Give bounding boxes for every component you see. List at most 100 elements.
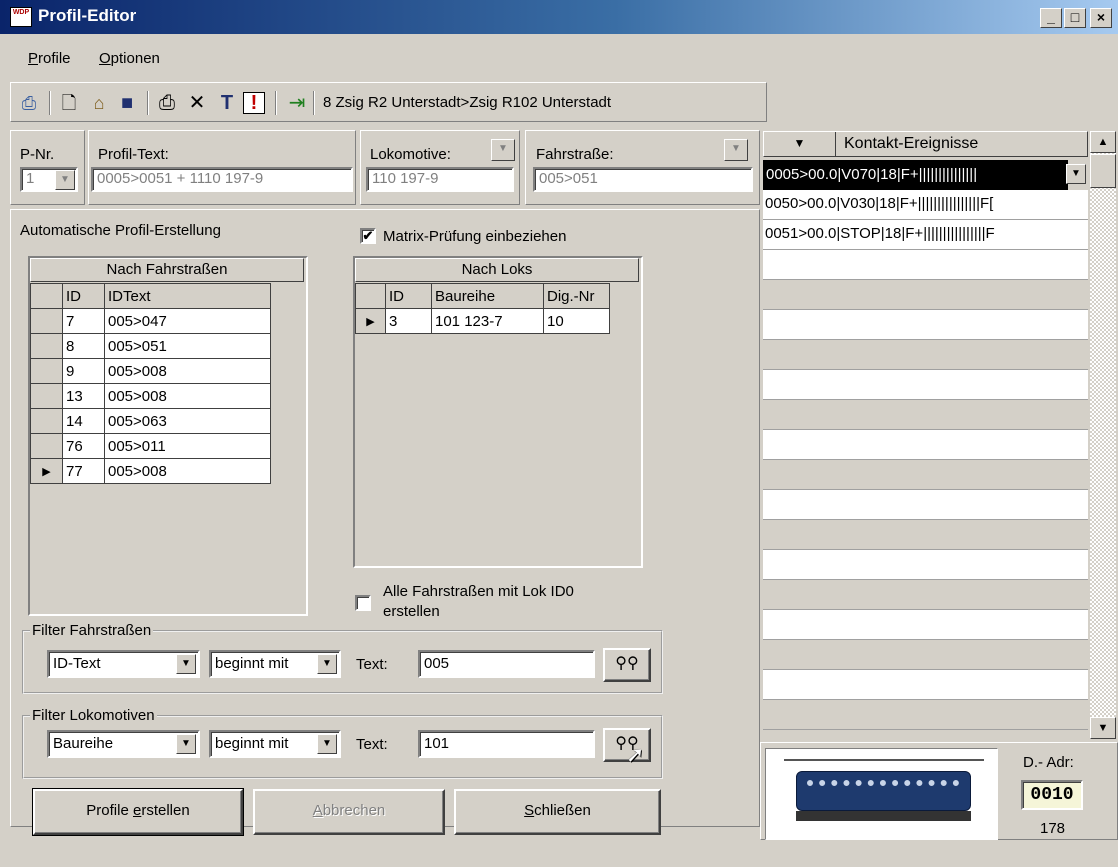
maximize-button[interactable]: □ bbox=[1064, 8, 1086, 28]
cell-idtext[interactable]: 005>008 bbox=[104, 458, 271, 484]
table-row[interactable]: 13 005>008 bbox=[30, 383, 271, 409]
list-item[interactable]: 0051>00.0|STOP|18|F+||||||||||||||||F bbox=[763, 220, 1088, 250]
list-item[interactable] bbox=[763, 280, 1088, 310]
list-item[interactable] bbox=[763, 400, 1088, 430]
building-icon[interactable]: ⌂ bbox=[87, 91, 111, 115]
new-document-icon[interactable]: 🗋 bbox=[57, 91, 81, 115]
alle-check-label-line2: erstellen bbox=[383, 603, 440, 620]
cell-id[interactable]: 14 bbox=[62, 408, 105, 434]
table-row[interactable]: 14 005>063 bbox=[30, 408, 271, 434]
text-icon[interactable]: T bbox=[215, 91, 239, 115]
row-indicator[interactable] bbox=[30, 358, 63, 384]
profiltext-field[interactable]: 0005>0051 + 1110 197-9 bbox=[91, 167, 353, 192]
profile-erstellen-button[interactable]: Profile erstellen bbox=[32, 788, 244, 836]
column-header-idtext[interactable]: IDText bbox=[104, 283, 271, 309]
cell-dig[interactable]: 10 bbox=[543, 308, 610, 334]
list-item[interactable] bbox=[763, 370, 1088, 400]
list-item[interactable] bbox=[763, 490, 1088, 520]
list-item[interactable] bbox=[763, 310, 1088, 340]
scroll-thumb[interactable] bbox=[1090, 154, 1116, 188]
row-indicator[interactable] bbox=[30, 433, 63, 459]
row-indicator[interactable] bbox=[30, 408, 63, 434]
cell-id[interactable]: 76 bbox=[62, 433, 105, 459]
minimize-button[interactable]: _ bbox=[1040, 8, 1062, 28]
chevron-down-icon[interactable]: ▼ bbox=[317, 734, 337, 754]
fahrstrasse-dropdown-icon[interactable]: ▼ bbox=[724, 139, 748, 161]
column-header-dignr[interactable]: Dig.-Nr bbox=[543, 283, 610, 309]
cell-idtext[interactable]: 005>047 bbox=[104, 308, 271, 334]
list-item[interactable] bbox=[763, 340, 1088, 370]
list-item[interactable] bbox=[763, 610, 1088, 640]
row-indicator[interactable] bbox=[30, 333, 63, 359]
scroll-up-icon[interactable]: ▲ bbox=[1090, 131, 1116, 153]
abbrechen-button[interactable]: Abbrechen bbox=[253, 789, 445, 835]
kontakt-dropdown-icon[interactable]: ▼ bbox=[764, 132, 836, 156]
table-row[interactable]: ▶ 77 005>008 bbox=[30, 458, 271, 484]
list-item[interactable] bbox=[763, 460, 1088, 490]
title-bar[interactable]: WDP Profil-Editor _ □ × bbox=[0, 0, 1118, 34]
lokomotive-dropdown-icon[interactable]: ▼ bbox=[491, 139, 515, 161]
row-indicator[interactable]: ▶ bbox=[355, 308, 386, 334]
cell-id[interactable]: 77 bbox=[62, 458, 105, 484]
cell-idtext[interactable]: 005>051 bbox=[104, 333, 271, 359]
printer-icon[interactable]: ⎙ bbox=[155, 91, 179, 115]
cell-idtext[interactable]: 005>008 bbox=[104, 383, 271, 409]
search-fahrstrassen-button[interactable]: ⚲⚲ bbox=[603, 648, 651, 682]
table-row[interactable]: ▶ 3 101 123-7 10 bbox=[355, 308, 610, 334]
row-indicator[interactable] bbox=[30, 308, 63, 334]
list-item[interactable]: 0050>00.0|V030|18|F+||||||||||||||||F[ bbox=[763, 190, 1088, 220]
chevron-down-icon[interactable]: ▼ bbox=[1066, 164, 1086, 184]
menu-profile[interactable]: Profile bbox=[28, 50, 71, 67]
list-item[interactable] bbox=[763, 700, 1088, 730]
alle-fahrstrassen-checkbox[interactable] bbox=[355, 595, 371, 611]
menu-optionen[interactable]: Optionen bbox=[99, 50, 160, 67]
list-item[interactable] bbox=[763, 550, 1088, 580]
cell-id[interactable]: 13 bbox=[62, 383, 105, 409]
delete-icon[interactable]: ✕ bbox=[185, 91, 209, 115]
cell-id[interactable]: 9 bbox=[62, 358, 105, 384]
chevron-down-icon[interactable]: ▼ bbox=[176, 734, 196, 754]
fahrstrasse-field[interactable]: 005>051 bbox=[533, 167, 753, 192]
cell-idtext[interactable]: 005>011 bbox=[104, 433, 271, 459]
column-header-id[interactable]: ID bbox=[385, 283, 432, 309]
row-indicator[interactable]: ▶ bbox=[30, 458, 63, 484]
table-row[interactable]: 8 005>051 bbox=[30, 333, 271, 359]
table-row[interactable]: 7 005>047 bbox=[30, 308, 271, 334]
cell-id[interactable]: 8 bbox=[62, 333, 105, 359]
cell-idtext[interactable]: 005>063 bbox=[104, 408, 271, 434]
list-item[interactable] bbox=[763, 640, 1088, 670]
exit-icon[interactable]: ⇥ bbox=[285, 91, 309, 115]
list-item[interactable]: 0005>00.0|V070|18|F+||||||||||||||| bbox=[763, 160, 1068, 190]
alert-icon[interactable]: ! bbox=[243, 92, 265, 114]
chevron-down-icon[interactable]: ▼ bbox=[317, 654, 337, 674]
list-item[interactable] bbox=[763, 250, 1088, 280]
table-row[interactable]: 76 005>011 bbox=[30, 433, 271, 459]
cell-baureihe[interactable]: 101 123-7 bbox=[431, 308, 544, 334]
list-item[interactable] bbox=[763, 430, 1088, 460]
list-item[interactable] bbox=[763, 580, 1088, 610]
list-item[interactable] bbox=[763, 670, 1088, 700]
cell-id[interactable]: 3 bbox=[385, 308, 432, 334]
schliessen-button[interactable]: Schließen bbox=[454, 789, 661, 835]
column-header-id[interactable]: ID bbox=[62, 283, 105, 309]
chevron-down-icon[interactable]: ▼ bbox=[176, 654, 196, 674]
matrix-checkbox[interactable]: ✔ bbox=[360, 228, 376, 244]
filter-fahrstrassen-text-input[interactable]: 005 bbox=[418, 650, 595, 678]
lokomotive-field[interactable]: 110 197-9 bbox=[366, 167, 514, 192]
filter-lokomotiven-text-input[interactable]: 101 bbox=[418, 730, 595, 758]
save-icon[interactable]: ■ bbox=[115, 91, 139, 115]
grid-fahrstrassen-table[interactable]: ID IDText 7 005>047 8 005>051 9 005>008 13 005>… bbox=[30, 283, 271, 484]
close-button[interactable]: × bbox=[1090, 8, 1112, 28]
kontakt-header[interactable]: ▼ Kontakt-Ereignisse bbox=[763, 131, 1088, 157]
kontakt-scrollbar[interactable]: ▲ ▼ bbox=[1090, 131, 1116, 739]
chevron-down-icon[interactable]: ▼ bbox=[55, 170, 75, 190]
row-indicator[interactable] bbox=[30, 383, 63, 409]
grid-loks-table[interactable]: ID Baureihe Dig.-Nr ▶ 3 101 123-7 10 bbox=[355, 283, 610, 334]
print-preview-icon[interactable]: ⎙ bbox=[17, 91, 41, 115]
table-row[interactable]: 9 005>008 bbox=[30, 358, 271, 384]
cell-idtext[interactable]: 005>008 bbox=[104, 358, 271, 384]
cell-id[interactable]: 7 bbox=[62, 308, 105, 334]
scroll-down-icon[interactable]: ▼ bbox=[1090, 717, 1116, 739]
list-item[interactable] bbox=[763, 520, 1088, 550]
column-header-baureihe[interactable]: Baureihe bbox=[431, 283, 544, 309]
